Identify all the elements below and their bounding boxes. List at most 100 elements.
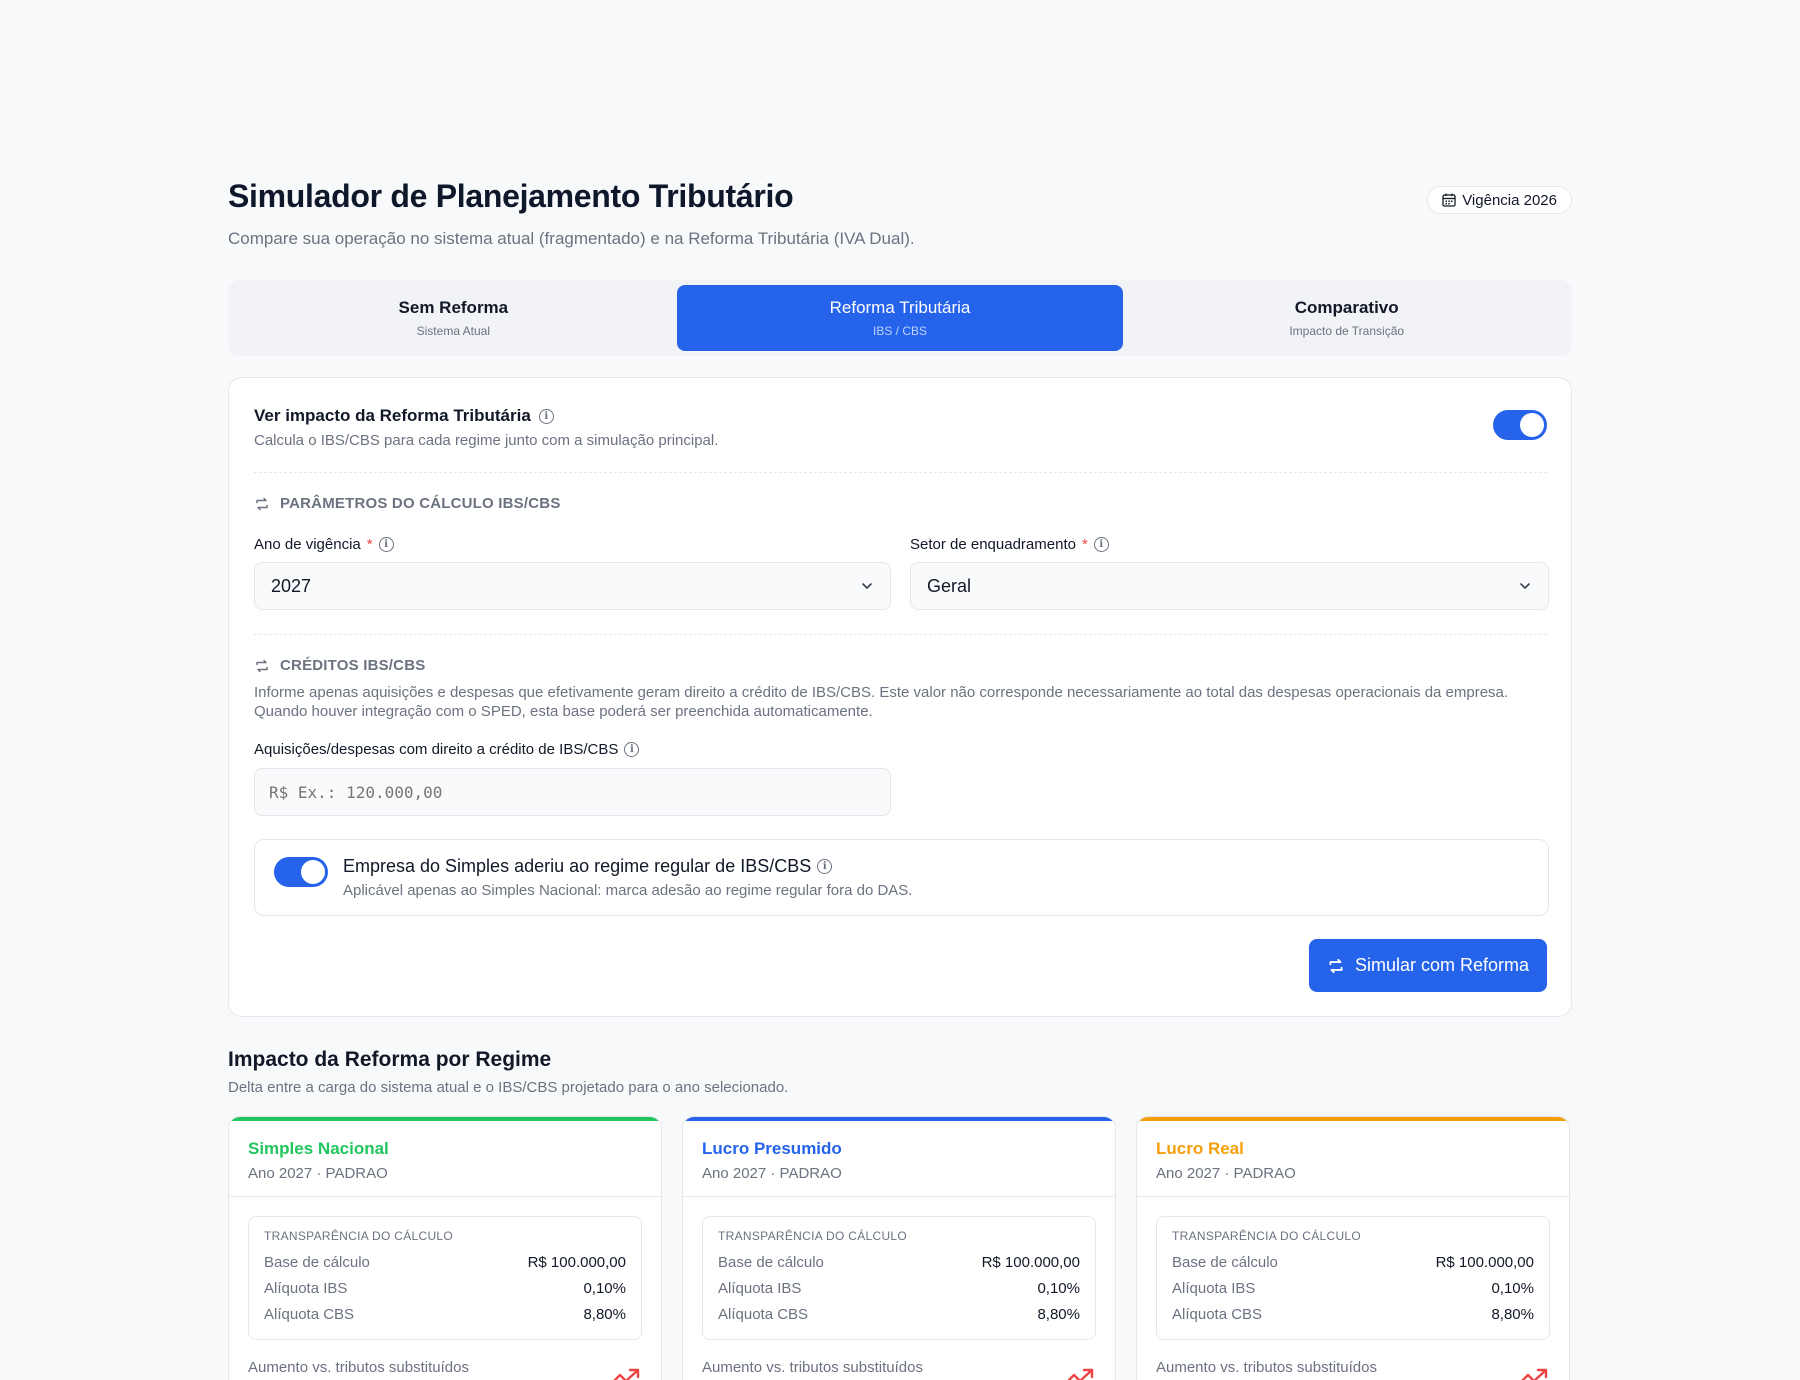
ano-field-label: Ano de vigência * i <box>254 536 394 553</box>
page-subtitle: Compare sua operação no sistema atual (f… <box>228 229 915 248</box>
tab-reforma-tributaria[interactable]: Reforma Tributária IBS / CBS <box>676 285 1124 351</box>
tab-label: Sem Reforma <box>398 298 509 317</box>
toggle-knob <box>1520 413 1544 437</box>
regime-year: Ano 2027 · PADRAO <box>248 1165 388 1182</box>
tab-sublabel: IBS / CBS <box>872 324 928 338</box>
setor-select[interactable]: Geral <box>910 562 1549 610</box>
creditos-section-title: CRÉDITOS IBS/CBS <box>254 657 425 674</box>
tab-sublabel: Impacto de Transição <box>1289 324 1405 338</box>
calc-row-base: Base de cálculo R$ 100.000,00 <box>718 1249 1080 1275</box>
calc-transparency-box: TRANSPARÊNCIA DO CÁLCULO Base de cálculo… <box>1156 1216 1550 1340</box>
ano-select[interactable]: 2027 <box>254 562 891 610</box>
divider <box>254 472 1547 473</box>
tab-sublabel: Sistema Atual <box>416 324 491 338</box>
simples-regime-option: Empresa do Simples aderiu ao regime regu… <box>254 839 1549 916</box>
calc-row-base: Base de cálculo R$ 100.000,00 <box>1172 1249 1534 1275</box>
impact-toggle-switch[interactable] <box>1493 410 1547 440</box>
simulate-button-label: Simular com Reforma <box>1354 955 1530 975</box>
increase-label: Aumento vs. tributos substituídos <box>248 1359 469 1376</box>
tab-comparativo[interactable]: Comparativo Impacto de Transição <box>1123 285 1570 351</box>
calc-row-label: Alíquota CBS <box>264 1305 355 1323</box>
refresh-icon <box>1329 958 1343 973</box>
impact-section-title: Impacto da Reforma por Regime <box>228 1048 552 1071</box>
trending-up-icon <box>613 1368 640 1380</box>
calc-row-value: 0,10% <box>1037 1279 1080 1297</box>
calc-transparency-box: TRANSPARÊNCIA DO CÁLCULO Base de cálculo… <box>702 1216 1096 1340</box>
setor-select-value: Geral <box>927 575 972 596</box>
calc-row-label: Alíquota CBS <box>718 1305 809 1323</box>
divider <box>254 634 1547 635</box>
regime-name: Lucro Real <box>1156 1139 1244 1158</box>
simples-regime-toggle[interactable] <box>274 857 328 887</box>
setor-label: Setor de enquadramento <box>910 536 1076 553</box>
impact-toggle-description: Calcula o IBS/CBS para cada regime junto… <box>254 432 719 449</box>
info-icon[interactable]: i <box>624 742 640 757</box>
creditos-input-label: Aquisições/despesas com direito a crédit… <box>254 741 619 758</box>
chevron-down-icon <box>1520 583 1530 589</box>
info-icon[interactable]: i <box>378 537 394 552</box>
reforma-form-card: Ver impacto da Reforma Tributária i Calcu… <box>228 377 1572 1017</box>
chevron-down-icon <box>862 583 872 589</box>
trending-up-icon <box>1521 1368 1548 1380</box>
calc-row-value: R$ 100.000,00 <box>527 1253 626 1271</box>
creditos-section-label: CRÉDITOS IBS/CBS <box>280 657 426 674</box>
calc-row-cbs: Alíquota CBS 8,80% <box>264 1301 626 1327</box>
required-mark: * <box>366 536 373 553</box>
tab-sem-reforma[interactable]: Sem Reforma Sistema Atual <box>230 285 677 351</box>
calc-row-label: Base de cálculo <box>264 1253 370 1271</box>
page-title: Simulador de Planejamento Tributário <box>228 178 794 214</box>
calc-row-value: 0,10% <box>1491 1279 1534 1297</box>
calc-row-label: Alíquota IBS <box>718 1279 802 1297</box>
impact-toggle-title: Ver impacto da Reforma Tributária <box>254 406 531 425</box>
calc-row-ibs: Alíquota IBS 0,10% <box>264 1275 626 1301</box>
regime-card-simples-nacional: Simples Nacional Ano 2027 · PADRAO TRANS… <box>228 1116 662 1380</box>
calc-row-value: R$ 100.000,00 <box>1435 1253 1534 1271</box>
calc-row-value: R$ 100.000,00 <box>981 1253 1080 1271</box>
params-section-title: PARÂMETROS DO CÁLCULO IBS/CBS <box>254 495 561 512</box>
calc-row-cbs: Alíquota CBS 8,80% <box>718 1301 1080 1327</box>
toggle-knob <box>301 860 325 884</box>
ano-label: Ano de vigência <box>254 536 361 553</box>
simulator-page: Simulador de Planejamento Tributário Com… <box>228 178 1572 1380</box>
increase-label: Aumento vs. tributos substituídos <box>1156 1359 1377 1376</box>
refresh-icon <box>256 659 268 672</box>
setor-field-label: Setor de enquadramento * i <box>910 536 1109 553</box>
calc-row-ibs: Alíquota IBS 0,10% <box>1172 1275 1534 1301</box>
required-mark: * <box>1081 536 1088 553</box>
simples-option-title: Empresa do Simples aderiu ao regime regu… <box>343 856 812 876</box>
regime-year: Ano 2027 · PADRAO <box>702 1165 842 1182</box>
calc-row-value: 0,10% <box>583 1279 626 1297</box>
impact-section-subtitle: Delta entre a carga do sistema atual e o… <box>228 1079 789 1096</box>
regime-year: Ano 2027 · PADRAO <box>1156 1165 1296 1182</box>
calc-row-label: Base de cálculo <box>718 1253 824 1271</box>
calc-row-value: 8,80% <box>583 1305 626 1323</box>
increase-label: Aumento vs. tributos substituídos <box>702 1359 923 1376</box>
creditos-field-label: Aquisições/despesas com direito a crédit… <box>254 741 640 758</box>
calendar-icon <box>1442 193 1456 207</box>
info-icon[interactable]: i <box>817 859 833 874</box>
calc-row-value: 8,80% <box>1037 1305 1080 1323</box>
calc-row-label: Alíquota IBS <box>1172 1279 1256 1297</box>
calc-row-label: Base de cálculo <box>1172 1253 1278 1271</box>
refresh-icon <box>256 497 268 510</box>
creditos-description: Informe apenas aquisições e despesas que… <box>254 684 1509 720</box>
vigencia-badge-label: Vigência 2026 <box>1462 191 1557 209</box>
calc-row-label: Alíquota CBS <box>1172 1305 1263 1323</box>
impact-toggle-row: Ver impacto da Reforma Tributária i Calcu… <box>254 406 718 449</box>
ano-select-value: 2027 <box>271 575 312 596</box>
info-icon[interactable]: i <box>1093 537 1109 552</box>
calc-transparency-box: TRANSPARÊNCIA DO CÁLCULO Base de cálculo… <box>248 1216 642 1340</box>
simples-option-description: Aplicável apenas ao Simples Nacional: ma… <box>343 882 913 899</box>
regime-name: Lucro Presumido <box>702 1139 842 1158</box>
regime-card-lucro-real: Lucro Real Ano 2027 · PADRAO TRANSPARÊNC… <box>1136 1116 1570 1380</box>
calc-row-base: Base de cálculo R$ 100.000,00 <box>264 1249 626 1275</box>
calc-transparency-title: TRANSPARÊNCIA DO CÁLCULO <box>718 1229 908 1243</box>
regime-card-lucro-presumido: Lucro Presumido Ano 2027 · PADRAO TRANSP… <box>682 1116 1116 1380</box>
simulate-reform-button[interactable]: Simular com Reforma <box>1309 939 1547 992</box>
regime-name: Simples Nacional <box>248 1139 389 1158</box>
mode-tabs: Sem Reforma Sistema Atual Reforma Tribut… <box>228 280 1572 356</box>
trending-up-icon <box>1067 1368 1094 1380</box>
calc-row-value: 8,80% <box>1491 1305 1534 1323</box>
info-icon[interactable]: i <box>538 408 554 424</box>
creditos-amount-input[interactable] <box>254 768 891 816</box>
